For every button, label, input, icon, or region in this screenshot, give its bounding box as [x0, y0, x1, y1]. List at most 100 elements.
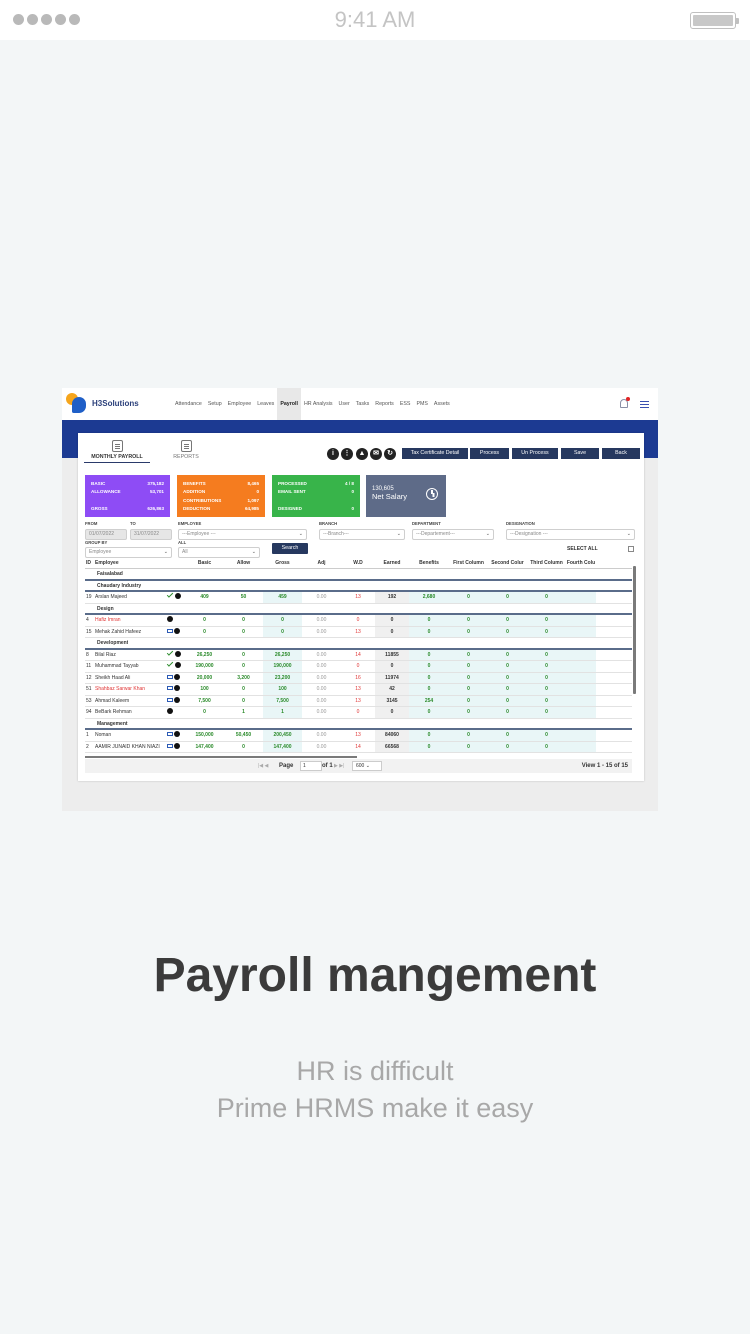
more-icon[interactable]: ⋮ [341, 448, 353, 460]
column-header[interactable]: Employee [95, 558, 185, 568]
table-row[interactable]: 4 Hafiz Imran 0 0 0 0.00 0 0 0 0 0 0 [85, 615, 632, 627]
tax-certificate-detail-button[interactable]: Tax Certificate Detail [402, 448, 468, 459]
select-all-checkbox[interactable] [628, 546, 634, 552]
bell-icon[interactable] [620, 397, 630, 408]
bell-action-icon[interactable]: ▲ [356, 448, 368, 460]
save-button[interactable]: Save [561, 448, 599, 459]
vertical-scrollbar[interactable] [633, 566, 636, 694]
employee-name[interactable]: Ahmad Kaleem [95, 696, 185, 707]
email-icon[interactable]: ✉ [370, 448, 382, 460]
menu-item-payroll[interactable]: Payroll [277, 388, 301, 420]
department-select[interactable]: ---Departement--- ⌄ [412, 529, 494, 540]
branch-select[interactable]: ---Branch--- ⌄ [319, 529, 405, 540]
employee-name[interactable]: BeBark Rehman [95, 707, 185, 718]
employee-name[interactable]: Sheikh Haad Ali [95, 673, 185, 684]
info-icon[interactable] [167, 708, 173, 714]
column-header[interactable]: Second Colur [488, 558, 527, 568]
menu-item-hr-analysis[interactable]: HR Analysis [301, 388, 336, 420]
earned-value: 11855 [375, 649, 409, 660]
column-header[interactable]: Adj [302, 558, 341, 568]
column-header[interactable]: W.D [341, 558, 375, 568]
column-header[interactable]: Allow [224, 558, 263, 568]
table-row[interactable]: 1 Noman 150,000 50,450 200,450 0.00 13 84060 0 0 0… [85, 730, 632, 742]
email-icon[interactable] [167, 686, 173, 690]
table-row[interactable]: 15 Mehak Zahid Hafeez 0 0 0 0.00 13 0 0 0 0 0 [85, 626, 632, 638]
next-page-icons[interactable]: ▶ ▶| [334, 763, 344, 769]
menu-item-reports[interactable]: Reports [372, 388, 397, 420]
email-icon[interactable] [167, 743, 173, 748]
tab-monthly-payroll[interactable]: MONTHLY PAYROLL [84, 440, 150, 463]
hamburger-menu-icon[interactable] [640, 401, 649, 408]
menu-item-assets[interactable]: Assets [431, 388, 453, 420]
table-row[interactable]: 51 Shahbaz Sarwar Khan 100 0 100 0.00 13 42 0 0 0 0 [85, 684, 632, 696]
table-row[interactable]: 2 AAMIR JUNAID KHAN NIAZI 147,400 0 147,400 0… [85, 741, 632, 753]
column-header[interactable]: First Column [449, 558, 488, 568]
tagline-line-2: Prime HRMS make it easy [216, 1093, 534, 1123]
page-number-input[interactable]: 1 [300, 761, 322, 771]
info-icon[interactable] [167, 616, 173, 622]
menu-item-user[interactable]: User [336, 388, 353, 420]
designation-select[interactable]: ---Designation --- ⌄ [506, 529, 635, 540]
column-header[interactable]: Earned [375, 558, 409, 568]
email-icon[interactable] [167, 674, 173, 679]
info-icon[interactable]: i [327, 448, 339, 460]
adjustment-value: 0.00 [316, 697, 327, 704]
info-icon[interactable] [174, 673, 180, 680]
column-header[interactable]: Benefits [409, 558, 449, 568]
info-icon[interactable] [175, 662, 181, 668]
table-row[interactable]: 94 BeBark Rehman 0 1 1 0.00 0 0 0 0 0 0 [85, 707, 632, 719]
info-icon[interactable] [174, 696, 180, 703]
table-row[interactable]: 53 Ahmad Kaleem 7,500 0 7,500 0.00 13 3145 254 0 0… [85, 695, 632, 707]
employee-name[interactable]: Mehak Zahid Hafeez [95, 627, 185, 638]
column-header[interactable]: ID [85, 558, 95, 568]
info-icon[interactable] [174, 685, 180, 691]
to-date-input[interactable]: 31/07/2022 [130, 529, 172, 540]
all-select[interactable]: All ⌄ [178, 547, 260, 558]
info-icon[interactable] [174, 742, 180, 749]
column-header[interactable]: Fourth Colu [566, 558, 596, 568]
email-icon[interactable] [167, 732, 173, 736]
employee-select[interactable]: ---Employee --- ⌄ [178, 529, 307, 540]
email-icon[interactable] [167, 628, 173, 633]
employee-name[interactable]: AAMIR JUNAID KHAN NIAZI [95, 742, 185, 753]
from-date-input[interactable]: 01/07/2022 [85, 529, 127, 540]
horizontal-scrollbar[interactable] [85, 756, 357, 758]
employee-name[interactable]: Arslan Majeed [95, 591, 185, 603]
employee-name[interactable]: Bilal Riaz [95, 648, 185, 661]
column-header[interactable]: Third Column [527, 558, 566, 568]
table-row[interactable]: 19 Arslan Majeed 409 50 459 0.00 13 192 2,680 0 0 0 [85, 591, 632, 604]
menu-item-ess[interactable]: ESS [397, 388, 414, 420]
info-icon[interactable] [174, 731, 180, 737]
payroll-tab-icon [111, 440, 123, 452]
column-header[interactable]: Basic [185, 558, 224, 568]
info-icon[interactable] [175, 593, 181, 599]
gross-value: 23,200 [263, 672, 302, 683]
info-icon[interactable] [175, 650, 181, 657]
page-size-select[interactable]: 600 ⌄ [352, 761, 382, 771]
employee-name[interactable]: Muhammad Tayyab [95, 660, 185, 672]
menu-item-setup[interactable]: Setup [205, 388, 225, 420]
back-button[interactable]: Back [602, 448, 640, 459]
prev-page-icons[interactable]: |◀ ◀ [258, 763, 268, 769]
menu-item-leaves[interactable]: Leaves [254, 388, 277, 420]
menu-item-attendance[interactable]: Attendance [172, 388, 205, 420]
search-button[interactable]: Search [272, 543, 308, 554]
table-row[interactable]: 11 Muhammad Tayyab 190,000 0 190,000 0.00 0 0 0 0… [85, 660, 632, 673]
process-button[interactable]: Process [470, 448, 509, 459]
table-row[interactable]: 12 Sheikh Haad Ali 20,000 3,200 23,200 0.00 16… [85, 672, 632, 684]
refresh-icon[interactable]: ↻ [384, 448, 396, 460]
employee-name[interactable]: Noman [95, 730, 185, 741]
summary-row: ADDITION 0 [183, 489, 259, 494]
tab-reports[interactable]: REPORTS [168, 440, 204, 460]
group-by-select[interactable]: Employee ⌄ [85, 547, 172, 558]
employee-name[interactable]: Shahbaz Sarwar Khan [95, 684, 185, 695]
un-process-button[interactable]: Un Process [512, 448, 558, 459]
column-header[interactable]: Gross [263, 558, 302, 568]
menu-item-tasks[interactable]: Tasks [353, 388, 373, 420]
menu-item-employee[interactable]: Employee [225, 388, 255, 420]
email-icon[interactable] [167, 697, 173, 702]
table-row[interactable]: 8 Bilal Riaz 26,250 0 26,250 0.00 14 11855 0 0 0 0 [85, 648, 632, 661]
employee-name[interactable]: Hafiz Imran [95, 615, 185, 626]
menu-item-pms[interactable]: PMS [413, 388, 430, 420]
info-icon[interactable] [174, 627, 180, 634]
